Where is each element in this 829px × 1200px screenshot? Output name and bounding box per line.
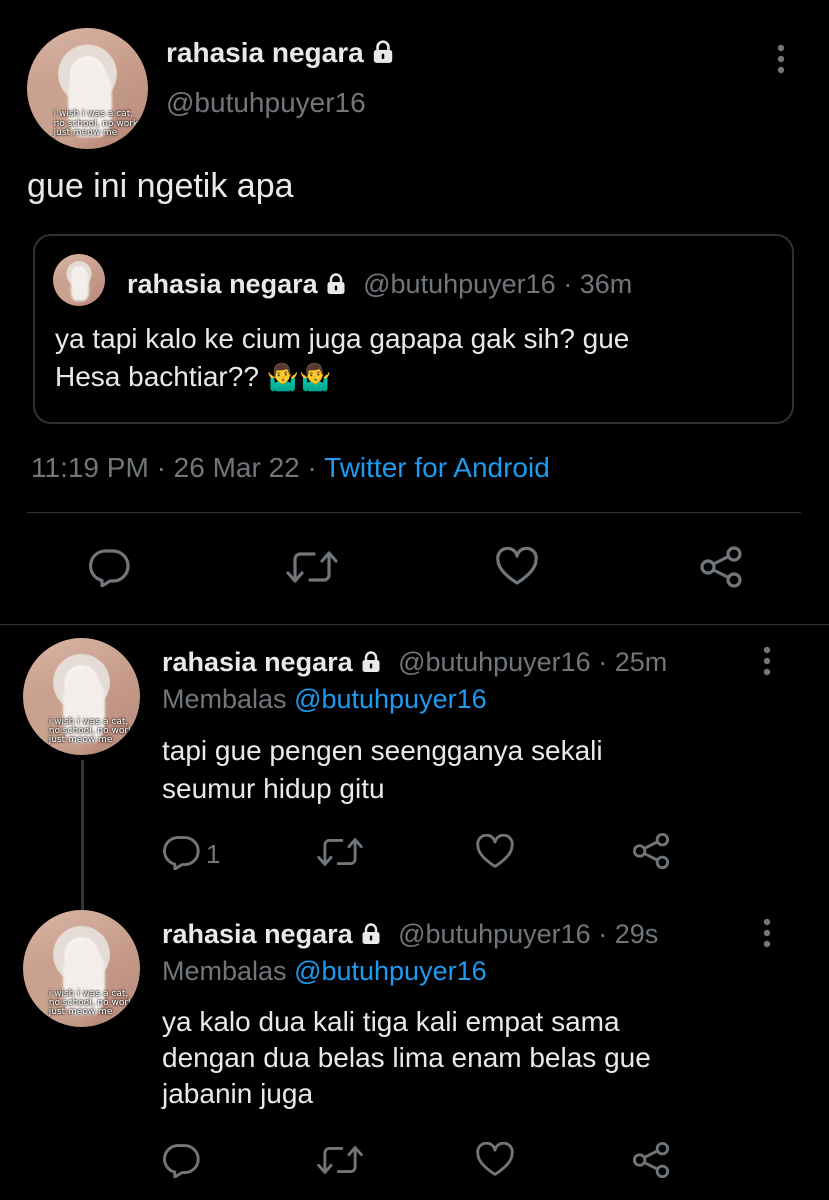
quoted-text-line: Hesa bachtiar?? xyxy=(55,361,259,392)
tweet-time[interactable]: 11:19 PM xyxy=(31,452,149,483)
section-divider xyxy=(0,624,829,625)
separator: · xyxy=(563,269,573,299)
avatar[interactable]: i wish i was a cat, no school, no work, … xyxy=(23,910,140,1027)
separator: · xyxy=(156,452,166,483)
retweet-icon[interactable] xyxy=(316,1142,364,1178)
reply-text-line: seumur hidup gitu xyxy=(162,773,385,804)
more-icon[interactable] xyxy=(770,42,792,76)
more-icon[interactable] xyxy=(756,916,778,950)
separator: · xyxy=(598,647,608,677)
reply-icon[interactable] xyxy=(162,834,202,870)
avatar-caption: i wish i was a cat, no school, no work, … xyxy=(48,989,140,1018)
divider xyxy=(27,512,801,513)
reply-icon[interactable] xyxy=(88,547,132,587)
shrug-emoji: 🤷‍♂️🤷‍♂️ xyxy=(266,362,332,392)
replying-label: Membalas xyxy=(162,956,287,986)
share-icon[interactable] xyxy=(630,831,672,871)
handle[interactable]: @butuhpuyer16 xyxy=(398,647,591,677)
retweet-icon[interactable] xyxy=(316,834,364,870)
timestamp[interactable]: 25m xyxy=(615,647,668,677)
separator: · xyxy=(307,452,317,483)
avatar-caption: i wish i was a cat, no school, no work, … xyxy=(48,717,140,746)
tweet-source[interactable]: Twitter for Android xyxy=(324,452,550,483)
retweet-icon[interactable] xyxy=(285,547,339,587)
replying-label: Membalas xyxy=(162,684,287,714)
lock-icon xyxy=(370,39,396,73)
avatar xyxy=(53,254,105,306)
share-icon[interactable] xyxy=(697,545,745,589)
handle[interactable]: @butuhpuyer16 xyxy=(398,919,591,949)
replying-to-link[interactable]: @butuhpuyer16 xyxy=(294,684,487,714)
reply-text: tapi gue pengen seengganya sekali seumur… xyxy=(162,732,603,808)
avatar-caption-line: just meow me xyxy=(48,735,113,746)
avatar-caption: i wish i was a cat, no school, no work, … xyxy=(53,109,148,139)
more-icon[interactable] xyxy=(756,644,778,678)
quoted-tweet[interactable]: rahasia negara @butuhpuyer16 · 36m ya ta… xyxy=(33,234,794,424)
share-icon[interactable] xyxy=(630,1140,672,1180)
reply-text-line: dengan dua belas lima enam belas gue xyxy=(162,1042,651,1073)
replying-to-link[interactable]: @butuhpuyer16 xyxy=(294,956,487,986)
reply-text-line: tapi gue pengen seengganya sekali xyxy=(162,735,603,766)
timestamp: 36m xyxy=(579,269,633,299)
separator: · xyxy=(598,919,608,949)
reply-text-line: ya kalo dua kali tiga kali empat sama xyxy=(162,1006,620,1037)
avatar[interactable]: i wish i was a cat, no school, no work, … xyxy=(23,638,140,755)
avatar-caption-line: just meow me xyxy=(53,128,118,139)
display-name[interactable]: rahasia negara xyxy=(166,37,364,68)
display-name[interactable]: rahasia negara xyxy=(162,647,353,677)
quoted-text-line: ya tapi kalo ke cium juga gapapa gak sih… xyxy=(55,323,630,354)
avatar-caption-line: just meow me xyxy=(48,1007,113,1018)
avatar-figure xyxy=(70,268,90,301)
lock-icon xyxy=(324,271,348,303)
tweet-date[interactable]: 26 Mar 22 xyxy=(174,452,300,483)
display-name[interactable]: rahasia negara xyxy=(162,919,353,949)
thread-line xyxy=(81,760,84,910)
quoted-text: ya tapi kalo ke cium juga gapapa gak sih… xyxy=(55,320,629,396)
avatar[interactable]: i wish i was a cat, no school, no work, … xyxy=(27,28,148,149)
like-icon[interactable] xyxy=(474,834,516,870)
like-icon[interactable] xyxy=(474,1142,516,1178)
reply-count: 1 xyxy=(206,839,221,869)
like-icon[interactable] xyxy=(494,547,540,587)
handle: @butuhpuyer16 xyxy=(363,269,556,299)
handle[interactable]: @butuhpuyer16 xyxy=(166,86,366,120)
reply-text: ya kalo dua kali tiga kali empat sama de… xyxy=(162,1004,651,1112)
lock-icon xyxy=(359,648,383,682)
reply-text-line: jabanin juga xyxy=(162,1078,314,1109)
tweet-text: gue ini ngetik apa xyxy=(27,167,294,205)
lock-icon xyxy=(359,920,383,954)
reply-icon[interactable] xyxy=(162,1142,202,1178)
display-name: rahasia negara xyxy=(127,269,318,299)
timestamp[interactable]: 29s xyxy=(615,919,659,949)
